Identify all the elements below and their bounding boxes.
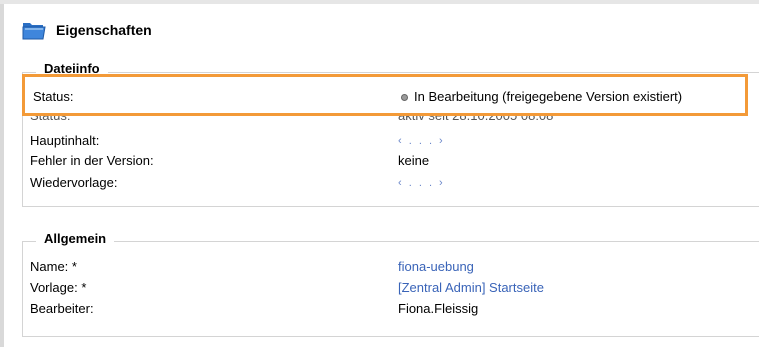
status-highlight-box: Status: In Bearbeitung (freigegebene Ver… [22, 74, 748, 116]
vorlage-label: Vorlage: * [30, 280, 87, 295]
hauptinhalt-label: Hauptinhalt: [30, 133, 100, 148]
panel-header: Eigenschaften [22, 17, 152, 43]
allgemein-section [22, 241, 759, 337]
wiedervorlage-label: Wiedervorlage: [30, 175, 118, 190]
status-dot-icon [401, 93, 408, 101]
panel-top-border [0, 0, 759, 4]
wiedervorlage-link[interactable]: ‹ . . . › [398, 174, 445, 192]
hauptinhalt-link[interactable]: ‹ . . . › [398, 132, 445, 150]
folder-icon [22, 20, 46, 40]
bearbeiter-label: Bearbeiter: [30, 301, 94, 316]
bearbeiter-value: Fiona.Fleissig [398, 301, 479, 316]
status-highlight-value: In Bearbeitung (freigegebene Version exi… [414, 89, 683, 104]
status-row-highlight: Status: In Bearbeitung (freigegebene Ver… [33, 88, 733, 106]
panel-title: Eigenschaften [56, 22, 152, 38]
fehler-value: keine [398, 153, 430, 168]
name-link[interactable]: fiona-uebung [398, 258, 474, 276]
name-label: Name: * [30, 259, 77, 274]
vorlage-link[interactable]: [Zentral Admin] Startseite [398, 279, 544, 297]
status-highlight-label: Status: [33, 89, 74, 104]
fehler-label: Fehler in der Version: [30, 153, 154, 168]
allgemein-legend: Allgemein [36, 231, 115, 246]
status-highlight-value-wrap: In Bearbeitung (freigegebene Version exi… [401, 88, 682, 106]
